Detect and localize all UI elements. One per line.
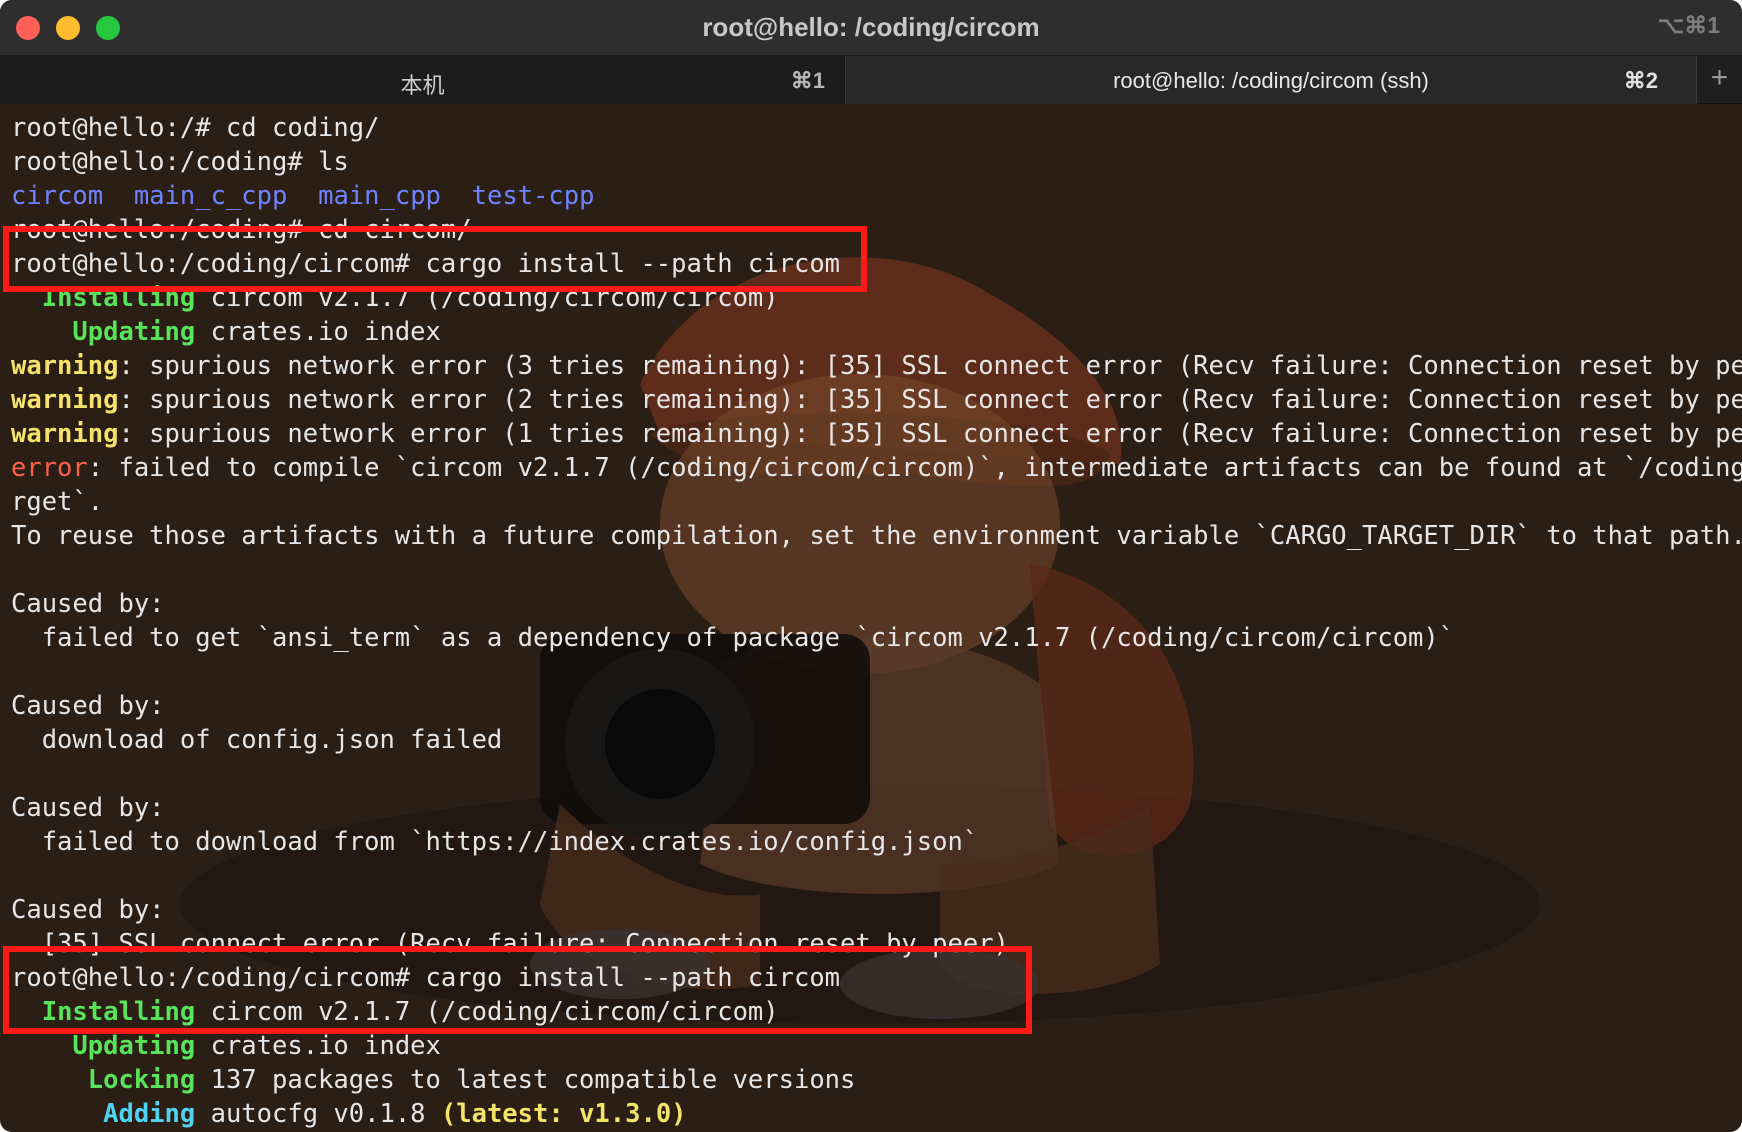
terminal-text: Caused by: [11,793,165,823]
terminal-text: crates.io index [195,317,441,347]
tab-bar: 本机 ⌘1 root@hello: /coding/circom (ssh) ⌘… [0,56,1742,104]
terminal-text: autocfg v0.1.8 [195,1099,441,1129]
terminal-text: root@hello:/coding# ls [11,147,349,177]
terminal-window: root@hello: /coding/circom ⌥⌘1 本机 ⌘1 roo… [0,0,1742,1132]
terminal-line: download of config.json failed [11,723,1742,757]
terminal-line: To reuse those artifacts with a future c… [11,519,1742,553]
terminal-line: Caused by: [11,689,1742,723]
tab-local-label: 本机 [400,73,445,98]
terminal-line: root@hello:/# cd coding/ [11,111,1742,145]
terminal-line: Caused by: [11,587,1742,621]
terminal-text: download of config.json failed [11,725,503,755]
terminal-text: rget`. [11,487,104,517]
terminal-text: Locking [87,1065,196,1095]
highlight-box-first-install [3,226,867,292]
terminal-line: warning: spurious network error (2 tries… [11,383,1742,417]
terminal-line: Caused by: [11,893,1742,927]
title-bar[interactable]: root@hello: /coding/circom ⌥⌘1 [0,0,1742,56]
tab-local[interactable]: 本机 ⌘1 [0,56,846,104]
terminal-text: circom [11,181,104,211]
terminal-text: Caused by: [11,589,165,619]
tab-ssh-label: root@hello: /coding/circom (ssh) [1113,68,1429,93]
terminal-text: Caused by: [11,691,165,721]
terminal-text: : spurious network error (3 tries remain… [118,351,1742,381]
terminal-line: Caused by: [11,791,1742,825]
terminal-text: : spurious network error (2 tries remain… [118,385,1742,415]
tab-ssh[interactable]: root@hello: /coding/circom (ssh) ⌘2 [846,56,1696,104]
terminal-text: warning [11,385,119,415]
window-title: root@hello: /coding/circom [702,12,1040,42]
highlight-box-second-install [3,946,1032,1034]
terminal-line: warning: spurious network error (1 tries… [11,417,1742,451]
terminal-line: Updating crates.io index [11,1029,1742,1063]
terminal-text: failed to download from `https://index.c… [11,827,979,857]
terminal-text: test-cpp [471,181,595,211]
terminal-text: : failed to compile `circom v2.1.7 (/cod… [87,453,1742,483]
terminal-line: rget`. [11,485,1742,519]
terminal-line: Updating crates.io index [11,315,1742,349]
terminal-line: Locking 137 packages to latest compatibl… [11,1063,1742,1097]
terminal-text: (latest: v1.3.0) [440,1099,687,1129]
terminal-line: Adding autocfg v0.1.8 (latest: v1.3.0) [11,1097,1742,1131]
terminal-text: warning [11,351,119,381]
terminal-line: failed to download from `https://index.c… [11,825,1742,859]
terminal-line: circom main_c_cpp main_cpp test-cpp [11,179,1742,213]
terminal-text: Adding [103,1099,196,1129]
terminal-text: main_c_cpp [133,181,288,211]
terminal-text: root@hello:/# cd coding/ [11,113,380,143]
terminal-text: error [11,453,88,483]
terminal-text: Updating [72,317,196,347]
terminal-text: : spurious network error (1 tries remain… [118,419,1742,449]
terminal-line: root@hello:/coding# ls [11,145,1742,179]
terminal-text: crates.io index [195,1031,441,1061]
terminal-line: failed to get `ansi_term` as a dependenc… [11,621,1742,655]
tab-ssh-shortcut: ⌘2 [1623,68,1658,93]
terminal-text: warning [11,419,119,449]
tab-local-shortcut: ⌘1 [790,68,825,93]
terminal-text: Updating [72,1031,196,1061]
terminal-text: failed to get `ansi_term` as a dependenc… [11,623,1455,653]
terminal-line: error: failed to compile `circom v2.1.7 … [11,451,1742,485]
terminal-text: main_cpp [318,181,441,211]
terminal-text: Caused by: [11,895,165,925]
terminal-line: warning: spurious network error (3 tries… [11,349,1742,383]
new-tab-button[interactable]: + [1696,56,1742,104]
terminal-text: To reuse those artifacts with a future c… [11,521,1742,551]
terminal-text: 137 packages to latest compatible versio… [195,1065,856,1095]
window-shortcut: ⌥⌘1 [1657,12,1720,38]
